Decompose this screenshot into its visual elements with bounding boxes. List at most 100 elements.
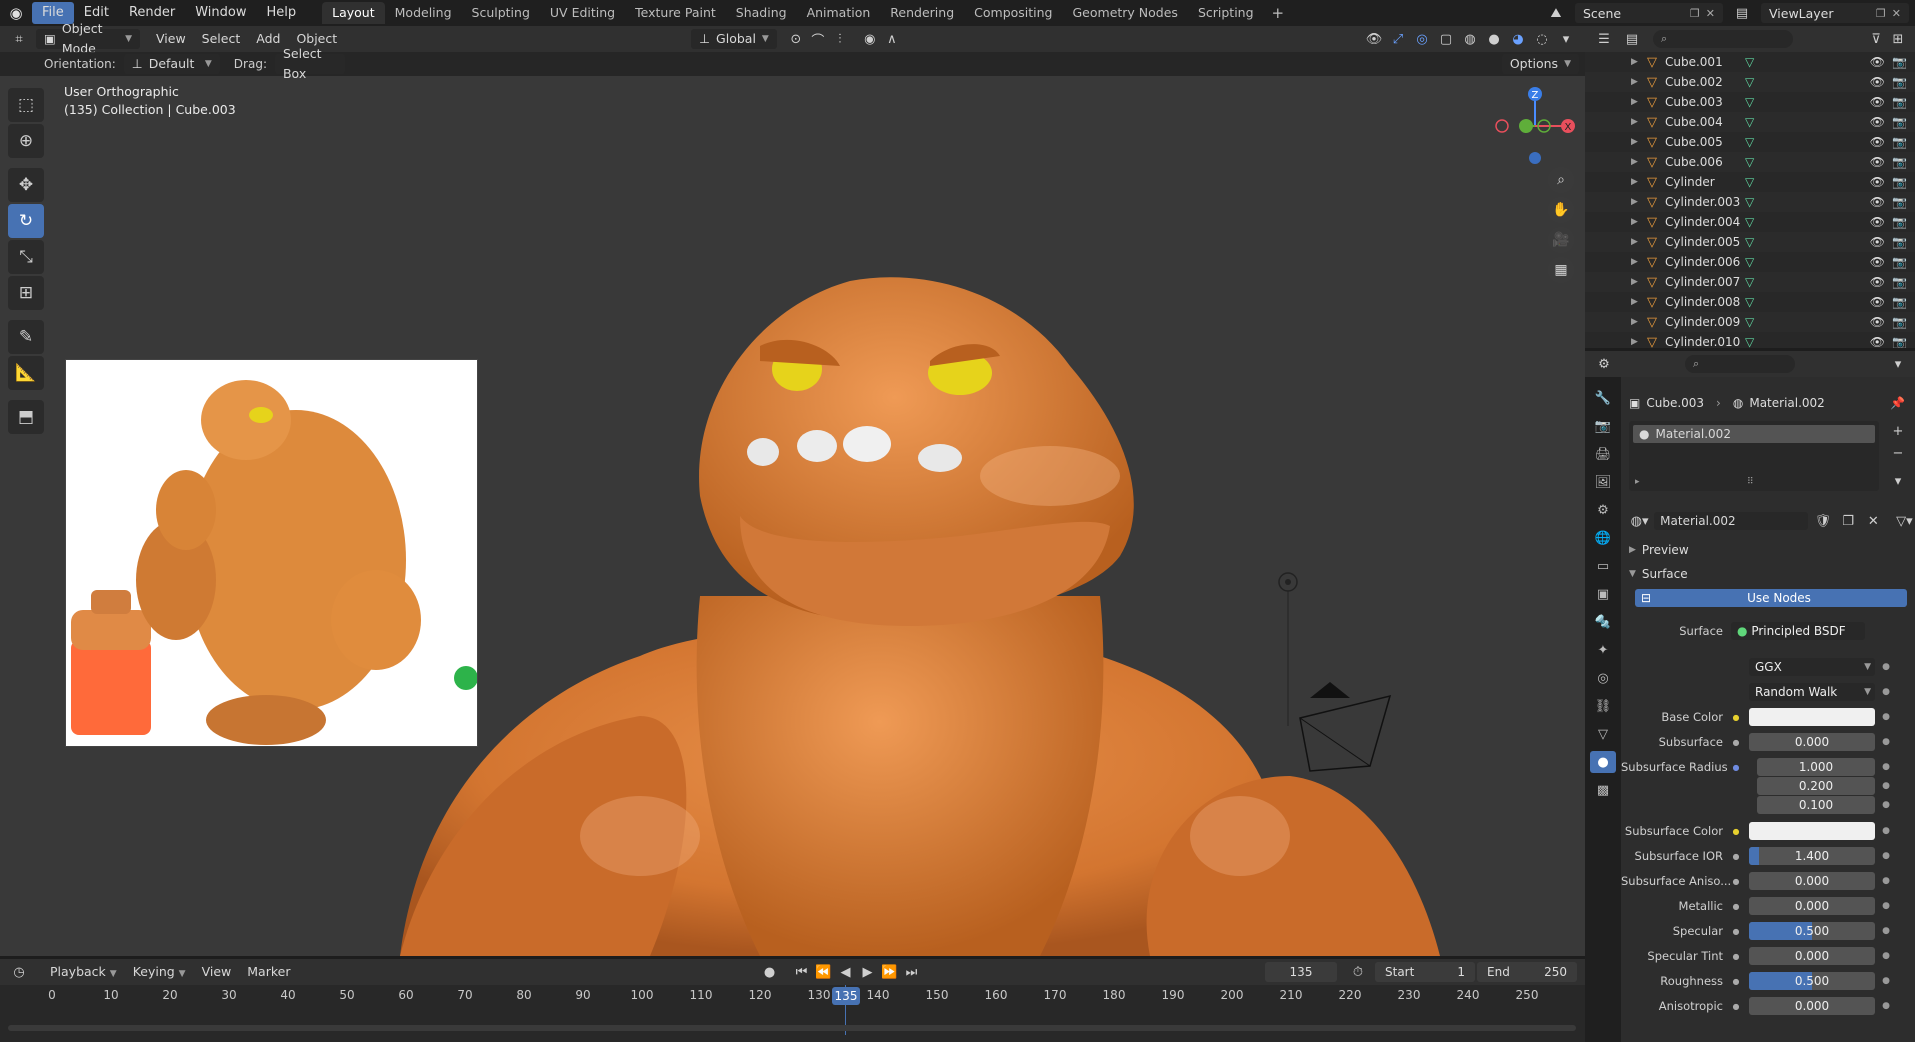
subsurface-aniso-field[interactable]: 0.000 xyxy=(1749,872,1875,890)
menu-timeline-view[interactable]: View xyxy=(194,962,240,982)
rendered-shading-icon[interactable]: ◌ xyxy=(1531,29,1553,49)
close-scene-icon[interactable]: ✕ xyxy=(1706,7,1715,20)
current-frame-field[interactable]: 135 xyxy=(1265,962,1337,982)
keyframe-dot-icon[interactable]: ● xyxy=(1879,687,1893,697)
tab-layout[interactable]: Layout xyxy=(322,2,385,24)
add-slot-icon[interactable]: + xyxy=(1887,421,1909,441)
expand-arrow-icon[interactable]: ▶ xyxy=(1631,277,1647,287)
render-camera-icon[interactable]: 📷 xyxy=(1892,75,1907,89)
add-workspace-icon[interactable]: + xyxy=(1264,4,1293,22)
fake-user-icon[interactable]: 🛡 xyxy=(1812,511,1833,531)
duplicate-material-icon[interactable]: ❐ xyxy=(1838,511,1859,531)
properties-search-input[interactable]: ⌕ xyxy=(1685,355,1795,373)
gizmo-toggle-icon[interactable]: ⤢ xyxy=(1387,29,1409,49)
tab-animation[interactable]: Animation xyxy=(797,2,881,24)
outliner-item-name[interactable]: Cube.001 xyxy=(1665,55,1745,69)
distribution-dropdown[interactable]: GGX ▼ xyxy=(1749,658,1875,676)
expand-arrow-icon[interactable]: ▸ xyxy=(1635,477,1640,487)
roughness-field[interactable]: 0.500 xyxy=(1749,972,1875,990)
outliner-row[interactable]: ▶ ▽ Cylinder.004 ▽ 👁 📷 xyxy=(1585,212,1915,232)
keyframe-dot-icon[interactable]: ● xyxy=(1879,662,1893,672)
tab-rendering[interactable]: Rendering xyxy=(880,2,964,24)
data-tab-icon[interactable]: ▽ xyxy=(1590,723,1616,745)
copy-scene-icon[interactable]: ❐ xyxy=(1690,7,1700,20)
render-camera-icon[interactable]: 📷 xyxy=(1892,175,1907,189)
expand-arrow-icon[interactable]: ▶ xyxy=(1631,77,1647,87)
eye-icon[interactable]: 👁 xyxy=(1870,235,1885,249)
expand-arrow-icon[interactable]: ▶ xyxy=(1631,237,1647,247)
eye-icon[interactable]: 👁 xyxy=(1870,275,1885,289)
transform-tool-icon[interactable]: ⊞ xyxy=(8,276,44,310)
filter-icon[interactable]: ⊽ xyxy=(1865,29,1887,49)
outliner-item-name[interactable]: Cylinder.008 xyxy=(1665,295,1745,309)
pivot-icon[interactable]: ⊙ xyxy=(785,29,807,49)
keyframe-dot-icon[interactable]: ● xyxy=(1879,876,1893,886)
record-icon[interactable]: ● xyxy=(758,962,780,982)
mesh-data-icon[interactable]: ▽ xyxy=(1745,155,1754,169)
eye-icon[interactable]: 👁 xyxy=(1870,95,1885,109)
snap-target-icon[interactable]: ⫶ xyxy=(829,29,851,49)
browse-material-icon[interactable]: ◍▾ xyxy=(1629,511,1650,531)
preview-section[interactable]: ▶ Preview xyxy=(1629,539,1909,561)
eye-icon[interactable]: 👁 xyxy=(1870,255,1885,269)
physics-tab-icon[interactable]: ◎ xyxy=(1590,667,1616,689)
material-slot-item[interactable]: ● Material.002 xyxy=(1633,425,1875,443)
shading-options-icon[interactable]: ▾ xyxy=(1555,29,1577,49)
eye-icon[interactable]: 👁 xyxy=(1870,315,1885,329)
visibility-icon[interactable]: 👁 xyxy=(1363,29,1385,49)
outliner-item-name[interactable]: Cube.002 xyxy=(1665,75,1745,89)
outliner-item-name[interactable]: Cube.006 xyxy=(1665,155,1745,169)
outliner-row[interactable]: ▶ ▽ Cylinder.007 ▽ 👁 📷 xyxy=(1585,272,1915,292)
new-collection-icon[interactable]: ⊞ xyxy=(1887,29,1909,49)
outliner-row[interactable]: ▶ ▽ Cylinder.003 ▽ 👁 📷 xyxy=(1585,192,1915,212)
menu-keying[interactable]: Keying ▼ xyxy=(125,962,194,982)
material-preview-shading-icon[interactable]: ◕ xyxy=(1507,29,1529,49)
preview-range-icon[interactable]: ⏱ xyxy=(1347,962,1369,982)
keyframe-dot-icon[interactable]: ● xyxy=(1879,800,1893,810)
outliner-item-name[interactable]: Cylinder.005 xyxy=(1665,235,1745,249)
expand-arrow-icon[interactable]: ▶ xyxy=(1631,177,1647,187)
mesh-data-icon[interactable]: ▽ xyxy=(1745,295,1754,309)
surface-shader-field[interactable]: ● Principled BSDF xyxy=(1731,622,1865,640)
outliner-row[interactable]: ▶ ▽ Cylinder.005 ▽ 👁 📷 xyxy=(1585,232,1915,252)
view-layer-tab-icon[interactable]: 🖼 xyxy=(1590,471,1616,493)
keyframe-dot-icon[interactable]: ● xyxy=(1879,1001,1893,1011)
outliner-item-name[interactable]: Cylinder.007 xyxy=(1665,275,1745,289)
tab-shading[interactable]: Shading xyxy=(726,2,797,24)
add-cube-tool-icon[interactable]: ⬒ xyxy=(8,400,44,434)
keyframe-dot-icon[interactable]: ● xyxy=(1879,976,1893,986)
expand-arrow-icon[interactable]: ▶ xyxy=(1631,297,1647,307)
outliner-item-name[interactable]: Cylinder xyxy=(1665,175,1745,189)
jump-end-icon[interactable]: ⏭ xyxy=(900,962,922,982)
orientation-dropdown[interactable]: ⊥ Default ▼ xyxy=(123,54,220,74)
render-camera-icon[interactable]: 📷 xyxy=(1892,295,1907,309)
remove-slot-icon[interactable]: − xyxy=(1887,443,1909,463)
outliner-item-name[interactable]: Cube.003 xyxy=(1665,95,1745,109)
render-camera-icon[interactable]: 📷 xyxy=(1892,235,1907,249)
falloff-icon[interactable]: ∧ xyxy=(881,29,903,49)
render-camera-icon[interactable]: 📷 xyxy=(1892,335,1907,348)
expand-arrow-icon[interactable]: ▶ xyxy=(1631,257,1647,267)
display-mode-icon[interactable]: ▤ xyxy=(1621,29,1643,49)
solid-shading-icon[interactable]: ● xyxy=(1483,29,1505,49)
material-slot-list[interactable]: ● Material.002 ▸ ⠿ xyxy=(1629,421,1879,491)
scale-tool-icon[interactable]: ⤡ xyxy=(8,240,44,274)
copy-view-layer-icon[interactable]: ❐ xyxy=(1876,7,1886,20)
outliner-item-name[interactable]: Cylinder.010 xyxy=(1665,335,1745,348)
subsurface-method-dropdown[interactable]: Random Walk ▼ xyxy=(1749,683,1875,701)
snap-icon[interactable]: ⌒ xyxy=(807,29,829,49)
scene-type-icon[interactable]: ⛰ xyxy=(1545,3,1567,23)
mesh-data-icon[interactable]: ▽ xyxy=(1745,195,1754,209)
timeline-editor-type-icon[interactable]: ◷ xyxy=(8,962,30,982)
pin-icon[interactable]: 📌 xyxy=(1890,396,1905,410)
wireframe-shading-icon[interactable]: ◍ xyxy=(1459,29,1481,49)
render-tab-icon[interactable]: 📷 xyxy=(1590,415,1616,437)
outliner-item-name[interactable]: Cube.005 xyxy=(1665,135,1745,149)
keyframe-dot-icon[interactable]: ● xyxy=(1879,901,1893,911)
mesh-data-icon[interactable]: ▽ xyxy=(1745,75,1754,89)
resize-handle-icon[interactable]: ⠿ xyxy=(1747,477,1754,487)
outliner-row[interactable]: ▶ ▽ Cube.006 ▽ 👁 📷 xyxy=(1585,152,1915,172)
texture-tab-icon[interactable]: ▩ xyxy=(1590,779,1616,801)
keyframe-dot-icon[interactable]: ● xyxy=(1879,737,1893,747)
subsurface-radius-z[interactable]: 0.100 xyxy=(1757,796,1875,814)
